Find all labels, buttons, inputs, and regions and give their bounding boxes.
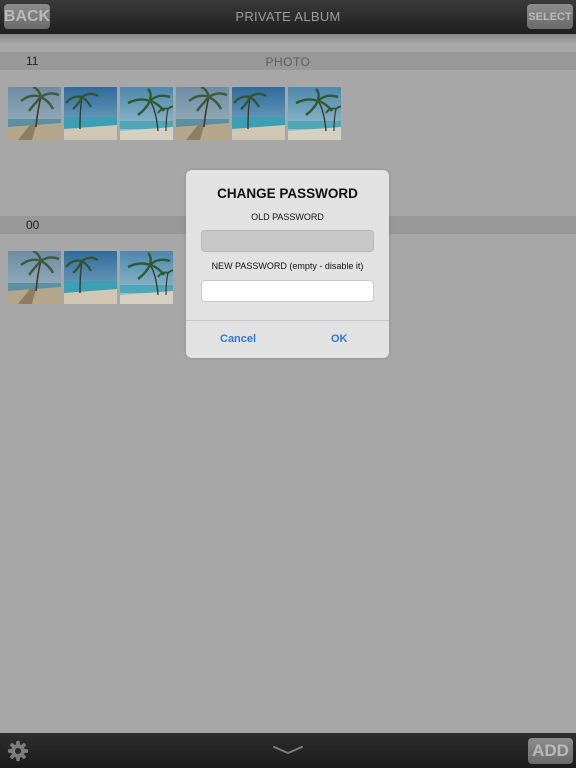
top-bar: BACK PRIVATE ALBUM SELECT (0, 0, 576, 34)
cancel-button[interactable]: Cancel (220, 333, 256, 345)
top-bar-shadow (0, 34, 576, 44)
bottom-bar: ADD (0, 733, 576, 768)
select-button[interactable]: SELECT (527, 4, 573, 29)
photo-thumbnail[interactable] (8, 87, 61, 140)
section-count: 00 (26, 218, 40, 232)
new-password-field[interactable] (201, 280, 374, 302)
page-title: PRIVATE ALBUM (235, 9, 341, 24)
add-button[interactable]: ADD (528, 738, 573, 764)
ok-button[interactable]: OK (331, 333, 348, 345)
photo-thumbnail[interactable] (288, 87, 341, 140)
photo-thumbnail[interactable] (8, 251, 61, 304)
photo-thumbnail[interactable] (176, 87, 229, 140)
photo-thumbnail[interactable] (120, 251, 173, 304)
dialog-title: CHANGE PASSWORD (217, 186, 358, 201)
photo-thumbnail[interactable] (64, 87, 117, 140)
chevron-down-icon[interactable] (272, 744, 304, 756)
photo-thumbnail[interactable] (232, 87, 285, 140)
dialog-divider (186, 320, 389, 321)
gear-icon[interactable] (7, 740, 29, 762)
old-password-field[interactable] (201, 230, 374, 252)
new-password-label: NEW PASSWORD (empty - disable it) (211, 261, 364, 271)
change-password-dialog: CHANGE PASSWORD OLD PASSWORD NEW PASSWOR… (186, 170, 389, 358)
section-header-photo: 11 PHOTO (0, 52, 576, 70)
thumbnail-grid-photo (8, 87, 341, 140)
section-title: PHOTO (265, 55, 311, 69)
old-password-label: OLD PASSWORD (251, 212, 324, 222)
photo-thumbnail[interactable] (64, 251, 117, 304)
thumbnail-grid-2 (8, 251, 173, 304)
photo-thumbnail[interactable] (120, 87, 173, 140)
